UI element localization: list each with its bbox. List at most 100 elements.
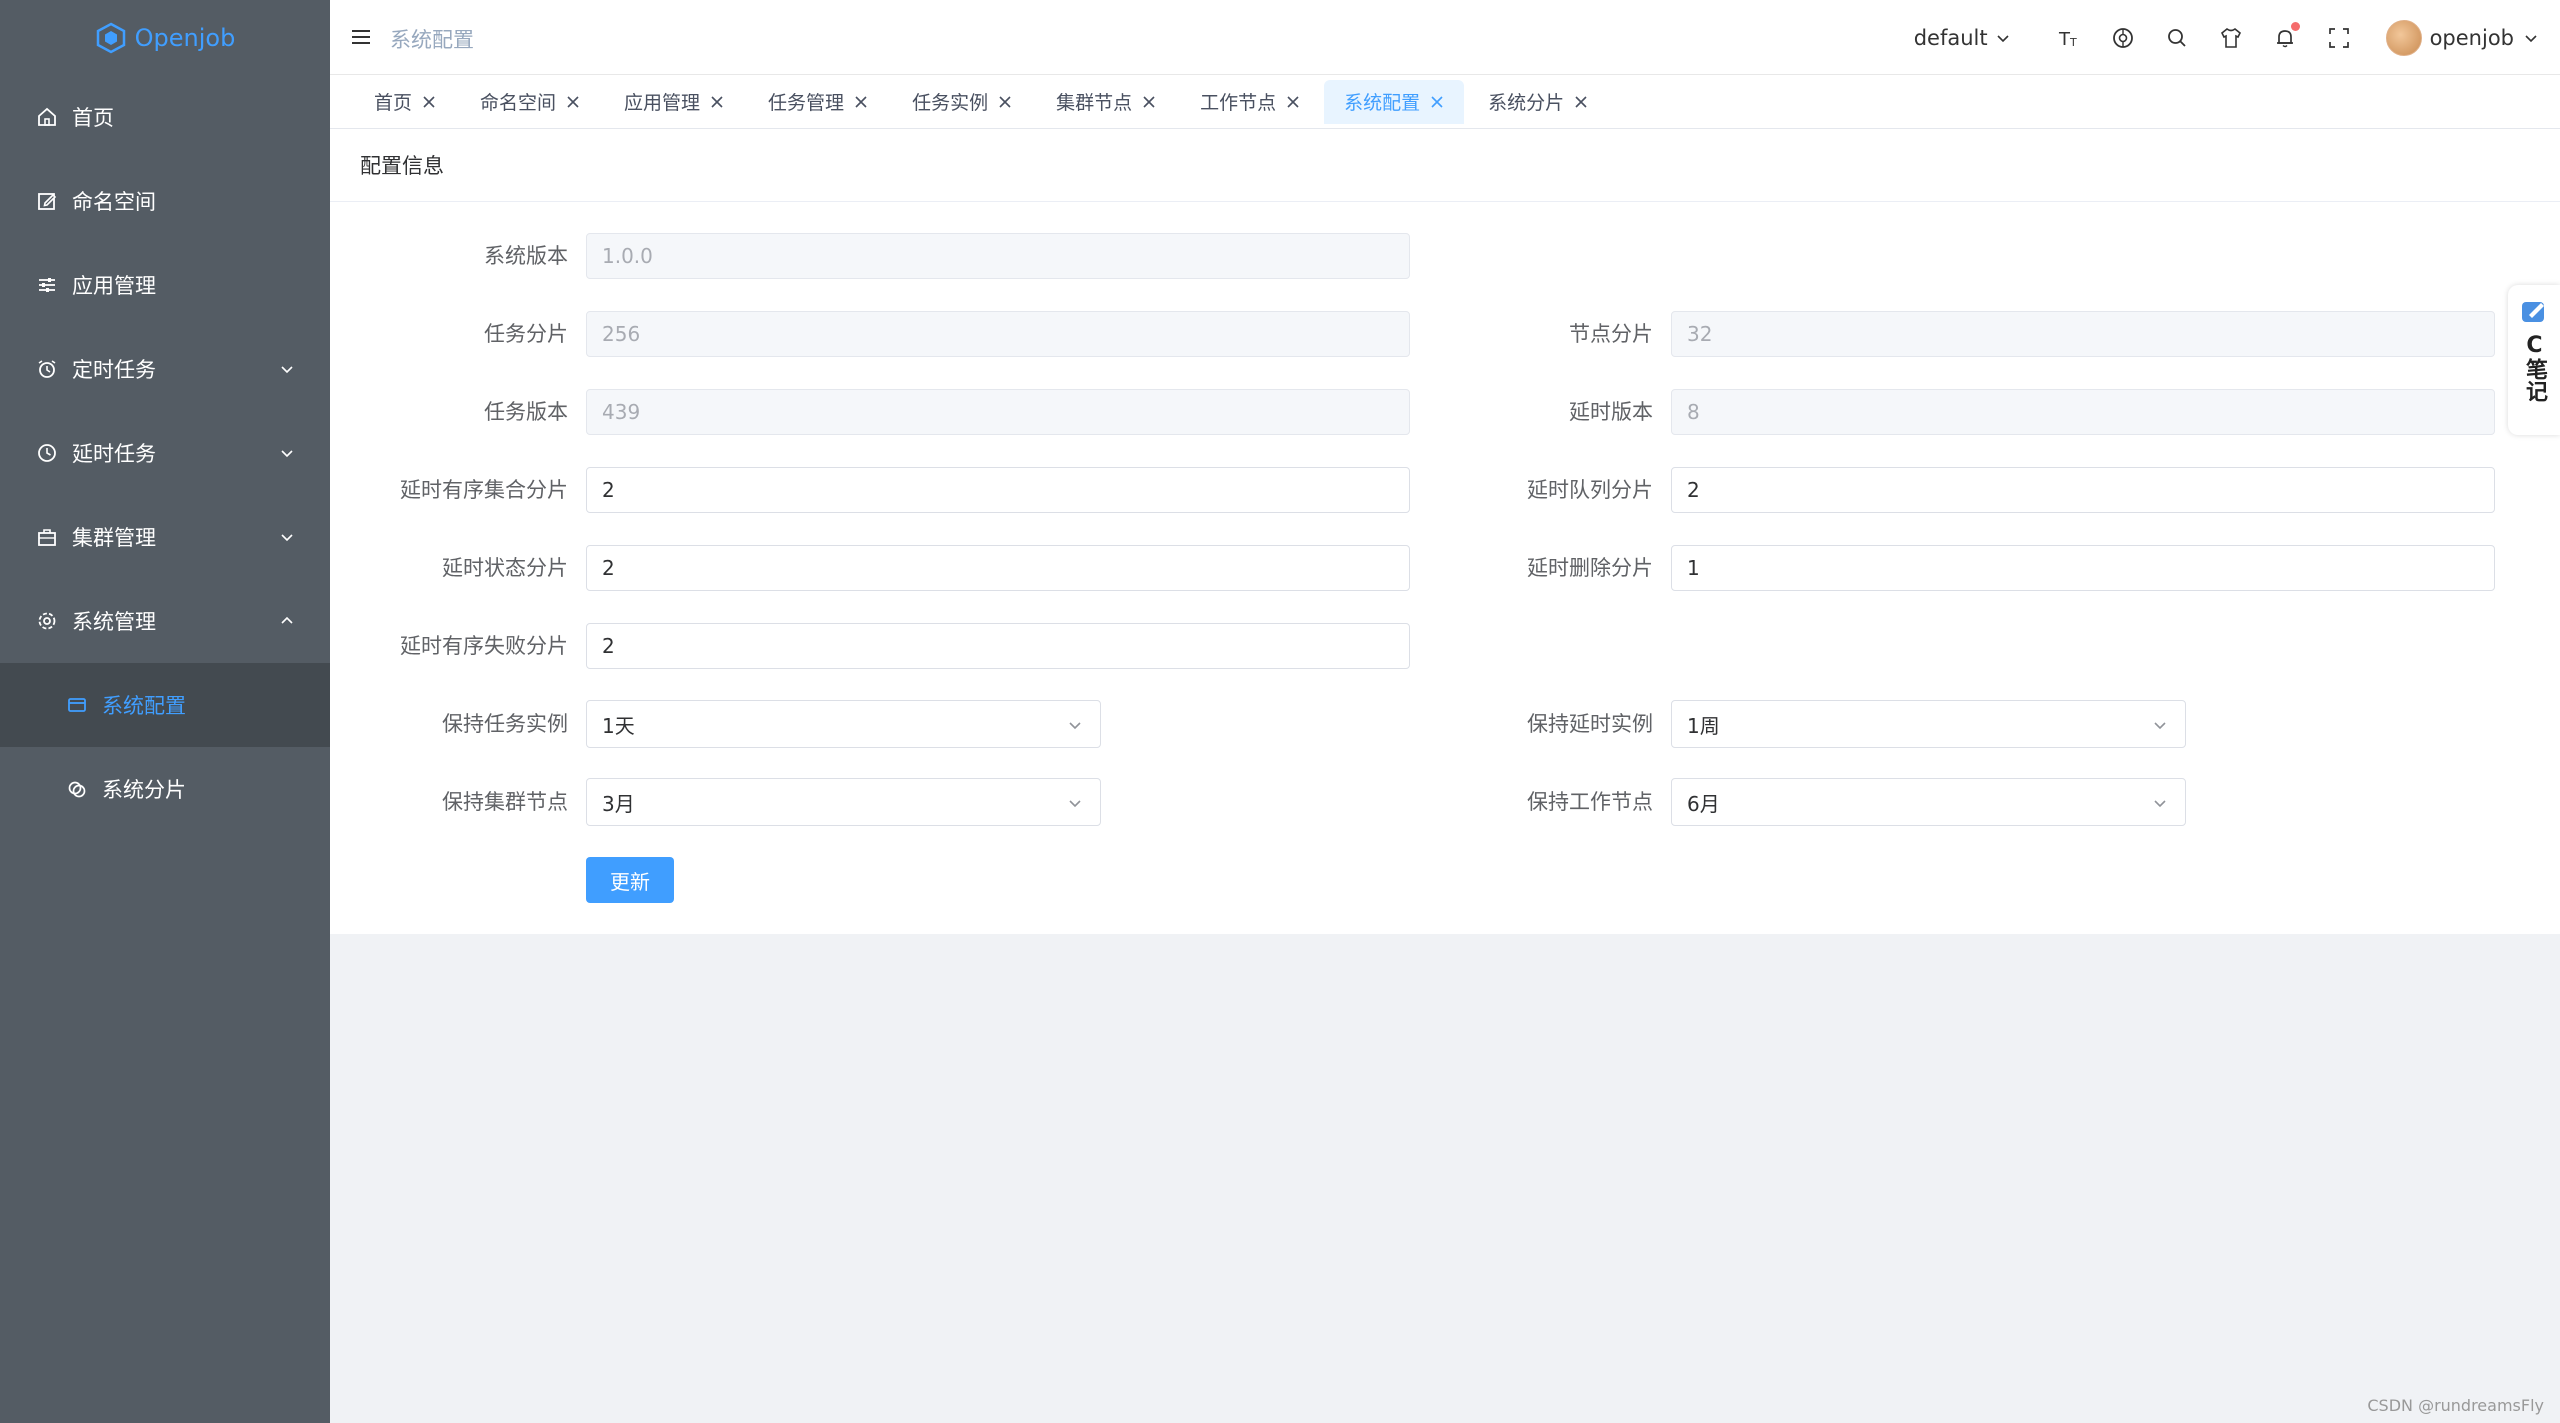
tab-cluster-nodes[interactable]: 集群节点: [1036, 80, 1176, 124]
select-value: 6月: [1687, 791, 1720, 816]
sidebar-item-apps[interactable]: 应用管理: [0, 243, 330, 327]
close-icon[interactable]: [1142, 95, 1156, 109]
close-icon[interactable]: [422, 95, 436, 109]
sidebar-item-label: 命名空间: [72, 190, 156, 214]
close-icon[interactable]: [1574, 95, 1588, 109]
close-icon[interactable]: [566, 95, 580, 109]
sidebar-item-label: 系统配置: [102, 694, 186, 718]
sidebar-item-cron-jobs[interactable]: 定时任务: [0, 327, 330, 411]
keep-cluster-node-select[interactable]: 3月: [586, 778, 1101, 826]
chevron-down-icon: [1069, 722, 1081, 730]
chevron-up-icon: [281, 616, 293, 624]
chevron-down-icon: [281, 534, 293, 542]
keep-worker-node-select[interactable]: 6月: [1671, 778, 2186, 826]
delay-delete-slot-label: 延时删除分片: [1527, 556, 1653, 580]
chevron-down-icon: [281, 450, 293, 458]
delay-zset-slot-input[interactable]: [586, 467, 1410, 513]
coins-icon: [68, 781, 86, 798]
github-icon[interactable]: [2110, 25, 2136, 51]
tab-namespace[interactable]: 命名空间: [460, 80, 600, 124]
select-value: 1周: [1687, 713, 1720, 738]
chevron-down-icon: [2525, 34, 2537, 42]
logo[interactable]: Openjob: [0, 0, 330, 75]
gear-icon: [38, 612, 56, 630]
keep-worker-node-label: 保持工作节点: [1527, 790, 1653, 814]
sidebar-item-cluster[interactable]: 集群管理: [0, 495, 330, 579]
job-version-label: 任务版本: [484, 400, 568, 424]
tab-job-instances[interactable]: 任务实例: [892, 80, 1032, 124]
font-size-icon[interactable]: TT: [2056, 25, 2082, 51]
header-actions: default TT openjob: [1914, 0, 2540, 75]
job-slot-label: 任务分片: [484, 322, 568, 346]
tab-system-config[interactable]: 系统配置: [1324, 79, 1465, 124]
note-label: C笔记: [2522, 333, 2547, 402]
sidebar-item-label: 系统分片: [102, 778, 186, 802]
namespace-value: default: [1913, 25, 1988, 50]
sidebar-item-home[interactable]: 首页: [0, 75, 330, 159]
fullscreen-icon[interactable]: [2326, 25, 2352, 51]
briefcase-icon: [38, 529, 56, 546]
sidebar-item-delay-jobs[interactable]: 延时任务: [0, 411, 330, 495]
chevron-down-icon: [1069, 800, 1081, 808]
select-value: 1天: [602, 713, 635, 738]
system-version-input: [586, 233, 1410, 279]
sidebar-item-system-slots[interactable]: 系统分片: [0, 747, 330, 831]
system-version-label: 系统版本: [484, 244, 568, 268]
sidebar-item-system[interactable]: 系统管理: [0, 579, 330, 663]
close-icon[interactable]: [1286, 95, 1300, 109]
edit-icon: [38, 193, 57, 210]
update-button[interactable]: 更新: [586, 857, 674, 903]
close-icon[interactable]: [998, 95, 1012, 109]
delay-fail-zset-slot-input[interactable]: [586, 623, 1410, 669]
breadcrumb: 系统配置: [390, 28, 474, 52]
sidebar-item-label: 定时任务: [72, 358, 156, 382]
keep-delay-instance-label: 保持延时实例: [1527, 712, 1653, 736]
close-icon[interactable]: [854, 95, 868, 109]
close-icon[interactable]: [1430, 95, 1444, 109]
sidebar-item-namespace[interactable]: 命名空间: [0, 159, 330, 243]
tab-jobs[interactable]: 任务管理: [748, 80, 888, 124]
job-version-input: [586, 389, 1410, 435]
tab-label: 集群节点: [1056, 92, 1133, 114]
username: openjob: [2429, 25, 2514, 50]
sidebar-item-system-config[interactable]: 系统配置: [0, 663, 330, 747]
keep-delay-instance-select[interactable]: 1周: [1671, 700, 2186, 748]
card-icon: [68, 698, 86, 712]
chevron-down-icon: [281, 366, 293, 374]
note-widget[interactable]: C笔记: [2508, 285, 2560, 435]
tab-system-slots[interactable]: 系统分片: [1468, 80, 1608, 124]
tab-apps[interactable]: 应用管理: [604, 80, 744, 124]
node-slot-input: [1671, 311, 2495, 357]
delay-version-input: [1671, 389, 2495, 435]
sidebar-item-label: 集群管理: [72, 526, 156, 550]
user-menu[interactable]: openjob: [2385, 19, 2540, 56]
keep-job-instance-select[interactable]: 1天: [586, 700, 1101, 748]
node-slot-label: 节点分片: [1569, 322, 1653, 346]
delay-status-slot-input[interactable]: [586, 545, 1410, 591]
delay-zset-slot-label: 延时有序集合分片: [400, 478, 568, 502]
tab-home[interactable]: 首页: [354, 80, 456, 124]
tab-label: 应用管理: [624, 92, 701, 114]
close-icon[interactable]: [710, 95, 724, 109]
sliders-icon: [39, 278, 55, 292]
theme-shirt-icon[interactable]: [2218, 25, 2244, 51]
delay-list-slot-input[interactable]: [1671, 467, 2495, 513]
delay-version-label: 延时版本: [1569, 400, 1653, 424]
tab-worker-nodes[interactable]: 工作节点: [1180, 80, 1320, 124]
delay-list-slot-label: 延时队列分片: [1527, 478, 1653, 502]
sidebar: Openjob 首页 命名空间 应用管理 定时任务 延时任务 集群管理 系统管理…: [0, 0, 330, 1423]
sidebar-item-label: 应用管理: [72, 274, 156, 298]
hamburger-icon[interactable]: [350, 26, 372, 48]
bell-icon[interactable]: [2272, 21, 2300, 51]
logo-icon: [96, 22, 125, 53]
home-icon: [38, 107, 56, 126]
delay-status-slot-label: 延时状态分片: [442, 556, 568, 580]
delay-delete-slot-input[interactable]: [1671, 545, 2495, 591]
chevron-down-icon: [2154, 800, 2166, 808]
clock-icon: [38, 444, 56, 462]
sidebar-item-label: 系统管理: [72, 610, 156, 634]
search-icon[interactable]: [2164, 25, 2190, 51]
notification-badge: [2290, 21, 2300, 31]
select-value: 3月: [602, 791, 635, 816]
namespace-select[interactable]: default: [1914, 26, 2012, 50]
